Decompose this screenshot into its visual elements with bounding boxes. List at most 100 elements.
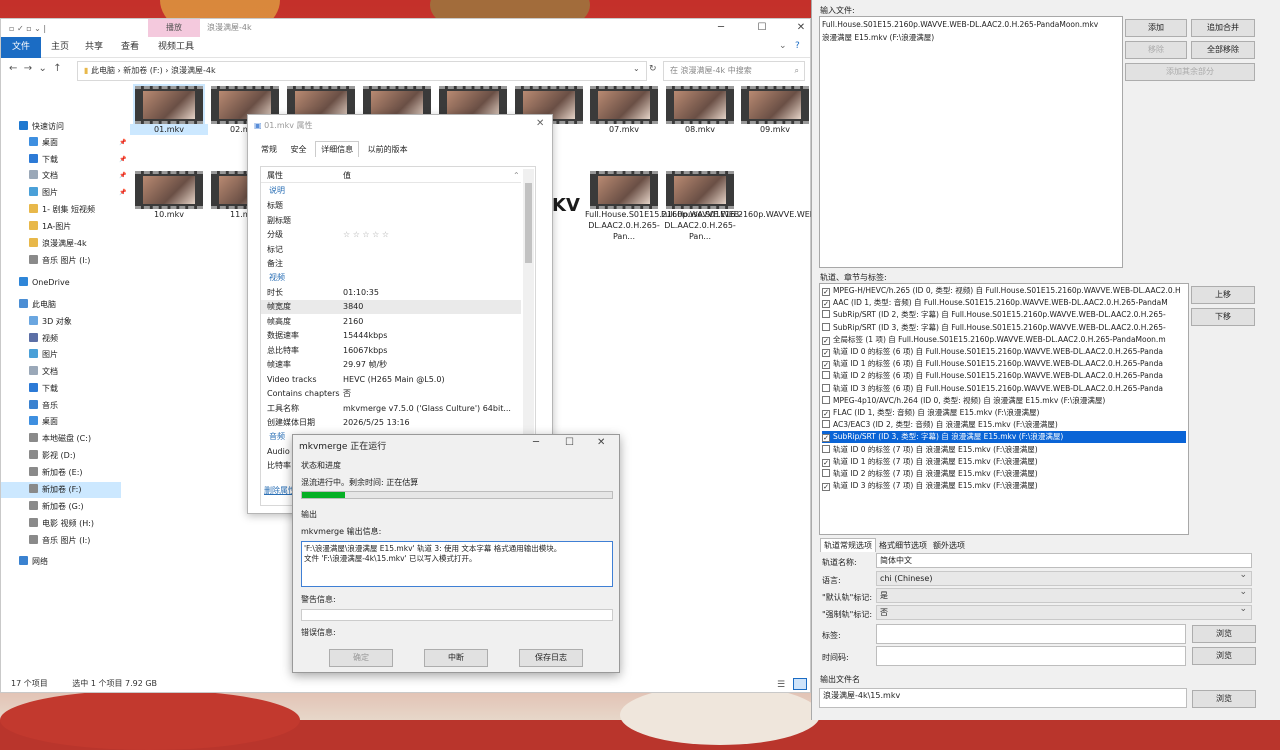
video-thumbnail[interactable] — [590, 86, 658, 124]
property-row[interactable]: 备注 — [261, 257, 521, 271]
checkbox-checked-icon[interactable]: ✓ — [822, 458, 830, 467]
input-files-list[interactable]: Full.House.S01E15.2160p.WAVVE.WEB-DL.AAC… — [819, 16, 1123, 268]
tab-previous-versions[interactable]: 以前的版本 — [363, 142, 413, 157]
file-name[interactable]: Full.House.S01E16.2160p.WAVVE.WEB-DL.AAC… — [661, 209, 818, 242]
property-row[interactable]: 标题 — [261, 199, 521, 213]
nav-arrows[interactable]: ← → ⌄ ↑ — [9, 63, 62, 74]
nav-item[interactable]: 新加卷 (E:) — [29, 465, 83, 481]
track-row[interactable]: 轨道 ID 3 的标签 (6 项) 自 Full.House.S01E15.21… — [822, 383, 1186, 395]
input-file-item[interactable]: Full.House.S01E15.2160p.WAVVE.WEB-DL.AAC… — [822, 20, 1098, 29]
video-thumbnail[interactable] — [741, 86, 809, 124]
property-row[interactable]: 工具名称 mkvmerge v7.5.0 ('Glass Culture') 64… — [261, 402, 521, 416]
property-row[interactable]: Video tracks HEVC (H265 Main @L5.0) — [261, 373, 521, 387]
property-row[interactable]: Contains chapters 否 — [261, 387, 521, 401]
nav-item[interactable]: OneDrive — [19, 275, 70, 291]
address-bar[interactable]: ▮ 此电脑 › 新加卷 (F:) › 浪漫满屋-4k — [77, 61, 647, 81]
save-log-button[interactable]: 保存日志 — [519, 649, 583, 667]
menu-home[interactable]: 主页 — [51, 37, 69, 58]
track-row[interactable]: SubRip/SRT (ID 2, 类型: 字幕) 自 Full.House.S… — [822, 309, 1186, 321]
nav-item[interactable]: 文档 📌 — [29, 168, 126, 184]
menu-view[interactable]: 查看 — [121, 37, 139, 58]
track-row[interactable]: 轨道 ID 2 的标签 (6 项) 自 Full.House.S01E15.21… — [822, 370, 1186, 382]
move-up-button[interactable]: 上移 — [1191, 286, 1255, 304]
property-row[interactable]: 帧速率 29.97 帧/秒 — [261, 358, 521, 372]
track-row[interactable]: ✓ AAC (ID 1, 类型: 音频) 自 Full.House.S01E15.… — [822, 297, 1186, 309]
track-name-input[interactable]: 简体中文 — [876, 553, 1252, 568]
refresh-icon[interactable]: ↻ — [649, 64, 657, 74]
checkbox-checked-icon[interactable]: ✓ — [822, 361, 830, 370]
quick-access-toolbar[interactable]: ▫ ✓ ▫ ⌄ | — [9, 24, 46, 33]
add-button[interactable]: 添加 — [1125, 19, 1187, 37]
large-icons-view-icon[interactable] — [793, 678, 807, 690]
checkbox-icon[interactable] — [822, 371, 830, 380]
nav-item[interactable]: 桌面 — [29, 414, 58, 430]
timecodes-browse-button[interactable]: 浏览 — [1192, 647, 1256, 665]
checkbox-checked-icon[interactable]: ✓ — [822, 434, 830, 443]
nav-item[interactable]: 桌面 📌 — [29, 135, 126, 151]
nav-item[interactable]: 此电脑 — [19, 297, 56, 313]
track-row[interactable]: 轨道 ID 0 的标签 (7 项) 自 浪漫满屋 E15.mkv (F:\浪漫满… — [822, 444, 1186, 456]
nav-item[interactable]: 3D 对象 — [29, 314, 72, 330]
nav-item[interactable]: 音乐 图片 (I:) — [29, 253, 90, 269]
nav-item[interactable]: 下载 — [29, 381, 58, 397]
checkbox-icon[interactable] — [822, 310, 830, 319]
checkbox-icon[interactable] — [822, 420, 830, 429]
menu-file[interactable]: 文件 — [1, 37, 41, 58]
file-name[interactable]: 01.mkv — [130, 124, 208, 135]
tags-input[interactable] — [876, 624, 1186, 644]
remove-button[interactable]: 移除 — [1125, 41, 1187, 59]
nav-item[interactable]: 音乐 — [29, 398, 58, 414]
nav-item[interactable]: 本地磁盘 (C:) — [29, 431, 91, 447]
checkbox-icon[interactable] — [822, 383, 830, 392]
close-icon[interactable]: ✕ — [597, 437, 605, 448]
nav-item[interactable]: 文档 — [29, 364, 58, 380]
nav-item[interactable]: 1- 剧集 短视频 — [29, 202, 95, 218]
video-thumbnail[interactable] — [590, 171, 658, 209]
tab-extra-options[interactable]: 额外选项 — [930, 539, 968, 552]
tab-format-options[interactable]: 格式细节选项 — [876, 539, 930, 552]
checkbox-checked-icon[interactable]: ✓ — [822, 410, 830, 418]
nav-item[interactable]: 视频 — [29, 331, 58, 347]
maximize-icon[interactable]: ☐ — [565, 437, 574, 448]
checkbox-checked-icon[interactable]: ✓ — [822, 300, 830, 309]
output-filename-input[interactable]: 浪漫满屋-4k\15.mkv — [819, 688, 1187, 708]
address-dropdown-icon[interactable]: ⌄ — [633, 64, 640, 73]
add-additional-parts-button[interactable]: 添加其余部分 — [1125, 63, 1255, 81]
video-thumbnail[interactable] — [133, 84, 205, 126]
file-name[interactable]: 07.mkv — [585, 124, 663, 135]
track-row[interactable]: ✓ MPEG-H/HEVC/h.265 (ID 0, 类型: 视频) 自 Full… — [822, 285, 1186, 297]
property-row[interactable]: 时长 01:10:35 — [261, 286, 521, 300]
tab-general-options[interactable]: 轨道常规选项 — [820, 538, 876, 552]
move-down-button[interactable]: 下移 — [1191, 308, 1255, 326]
tags-browse-button[interactable]: 浏览 — [1192, 625, 1256, 643]
track-row[interactable]: ✓ 轨道 ID 3 的标签 (7 项) 自 浪漫满屋 E15.mkv (F:\浪漫… — [822, 480, 1186, 492]
checkbox-checked-icon[interactable]: ✓ — [822, 336, 830, 345]
checkbox-checked-icon[interactable]: ✓ — [822, 349, 830, 357]
nav-item[interactable]: 新加卷 (G:) — [29, 499, 84, 515]
nav-item[interactable]: 网络 — [19, 554, 48, 570]
checkbox-icon[interactable] — [822, 322, 830, 331]
property-row[interactable]: 分级 ☆ ☆ ☆ ☆ ☆ — [261, 228, 521, 242]
output-browse-button[interactable]: 浏览 — [1192, 690, 1256, 708]
video-thumbnail[interactable] — [666, 171, 734, 209]
tab-security[interactable]: 安全 — [286, 142, 312, 157]
nav-item[interactable]: 影视 (D:) — [29, 448, 76, 464]
append-button[interactable]: 追加合并 — [1191, 19, 1255, 37]
nav-item[interactable]: 下载 📌 — [29, 152, 126, 168]
track-row[interactable]: ✓ 轨道 ID 1 的标签 (7 项) 自 浪漫满屋 E15.mkv (F:\浪漫… — [822, 456, 1186, 468]
menu-share[interactable]: 共享 — [85, 37, 103, 58]
file-name[interactable]: 08.mkv — [661, 124, 739, 135]
track-row[interactable]: ✓ 轨道 ID 1 的标签 (6 项) 自 Full.House.S01E15.2… — [822, 358, 1186, 370]
checkbox-icon[interactable] — [822, 444, 830, 453]
input-file-item[interactable]: 浪漫满屋 E15.mkv (F:\浪漫满屋) — [822, 32, 934, 43]
column-header-property[interactable]: 属性 — [267, 169, 283, 183]
tab-general[interactable]: 常规 — [256, 142, 282, 157]
column-header-value[interactable]: 值 — [343, 169, 351, 183]
nav-item[interactable]: 新加卷 (F:) — [1, 482, 121, 498]
nav-item[interactable]: 电影 视频 (H:) — [29, 516, 94, 532]
track-row[interactable]: 轨道 ID 2 的标签 (7 项) 自 浪漫满屋 E15.mkv (F:\浪漫满… — [822, 468, 1186, 480]
context-tab-play[interactable]: 播放 — [148, 19, 200, 37]
property-row[interactable]: 总比特率 16067kbps — [261, 344, 521, 358]
remove-all-button[interactable]: 全部移除 — [1191, 41, 1255, 59]
video-thumbnail[interactable] — [135, 171, 203, 209]
